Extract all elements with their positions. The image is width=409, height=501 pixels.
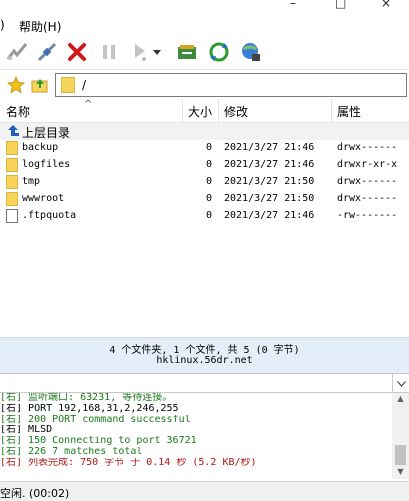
column-divider[interactable] [331,99,332,123]
folder-icon [6,175,18,189]
table-row[interactable]: logfiles 0 2021/3/27 21:46 drwxr-xr-x [0,157,409,174]
folder-icon [6,158,18,172]
folder-icon [6,141,18,155]
log-line: [右] 监听端口: 63231, 等待连接。 [0,393,173,403]
log-line: [右] 150 Connecting to port 36721 [0,436,197,446]
globe-icon[interactable] [238,39,264,65]
file-name: .ftpquota [22,210,77,221]
file-size: 0 [206,176,213,187]
file-size: 0 [206,193,213,204]
menu-bar: ) 帮助(H) [0,15,409,35]
sort-asc-icon: ^ [84,99,93,110]
file-modified: 2021/3/27 21:50 [224,193,315,204]
minimize-button[interactable]: – [290,0,296,10]
scroll-up-icon[interactable]: ▲ [392,394,409,403]
summary-text: 4 个文件夹, 1 个文件, 共 5 (0 字节) [109,345,300,356]
column-divider[interactable] [182,99,183,123]
log-line: [右] 200 PORT command successful [0,414,191,425]
refresh-icon[interactable] [206,39,232,65]
log-line: [右] 226 7 matches total [0,446,143,457]
ftp-client-window: – □ × ) 帮助(H) / ^ 名称 大小 修改 属性 上层目录 backu… [0,0,409,501]
arrow-up-icon [6,124,19,138]
column-divider[interactable] [218,99,219,123]
column-attrs[interactable]: 属性 [337,103,361,120]
toolbar [0,37,409,67]
connect-icon[interactable] [4,39,30,65]
file-modified: 2021/3/27 21:46 [224,159,315,170]
column-size[interactable]: 大小 [188,103,212,120]
file-attrs: drwx------ [337,142,398,153]
menu-item-partial[interactable]: ) [0,18,5,32]
file-size: 0 [206,142,213,153]
transfer-icon[interactable] [174,39,200,65]
log-line: [右] PORT 192,168,31,2,246,255 [0,403,179,414]
file-size: 0 [206,210,213,221]
file-modified: 2021/3/27 21:46 [224,142,315,153]
disconnect-icon[interactable] [34,39,60,65]
file-modified: 2021/3/27 21:50 [224,176,315,187]
list-header: ^ 名称 大小 修改 属性 [0,99,409,123]
file-name: logfiles [22,159,71,170]
file-list: 上层目录 backup 0 2021/3/27 21:46 drwx------… [0,123,409,337]
maximize-button[interactable]: □ [335,0,346,10]
pause-icon[interactable] [96,39,122,65]
directory-summary: 4 个文件夹, 1 个文件, 共 5 (0 字节) hklinux.56dr.n… [0,337,409,373]
folder-icon [6,192,18,206]
menu-item-help[interactable]: 帮助(H) [19,18,61,35]
chevron-down-icon[interactable] [150,39,164,65]
scroll-thumb[interactable] [395,445,406,465]
bookmark-star-icon[interactable] [6,75,26,95]
table-row[interactable]: .ftpquota 0 2021/3/27 21:46 -rw------- [0,208,409,225]
log-line: [右] 列表完成: 750 字节 于 0.14 秒 (5.2 KB/秒) [0,457,257,468]
file-attrs: drwxr-xr-x [337,159,398,170]
address-bar: / [0,69,409,99]
file-name: backup [22,142,59,153]
file-name: tmp [22,176,41,187]
folder-icon [61,77,75,93]
file-attrs: -rw------- [337,210,398,221]
parent-directory-label: 上层目录 [22,126,71,140]
file-modified: 2021/3/27 21:46 [224,210,315,221]
parent-directory-row[interactable]: 上层目录 [0,123,409,140]
host-text: hklinux.56dr.net [156,355,253,366]
status-bar: 空闲. (00:02) [0,481,409,501]
column-modified[interactable]: 修改 [224,103,248,120]
file-size: 0 [206,159,213,170]
scroll-down-icon[interactable]: ▼ [392,467,409,476]
chevron-down-icon[interactable] [392,374,409,393]
log-line: [右] MLSD [0,425,53,436]
path-input[interactable]: / [55,73,407,97]
close-button[interactable]: × [381,0,391,10]
path-text: / [82,78,87,92]
file-name: wwwroot [22,193,65,204]
column-name[interactable]: 名称 [6,103,30,120]
table-row[interactable]: backup 0 2021/3/27 21:46 drwx------ [0,140,409,157]
stop-icon[interactable] [64,39,90,65]
log-selector[interactable] [0,373,409,393]
status-text: 空闲. (00:02) [0,487,70,500]
file-icon [6,209,18,223]
folder-up-icon[interactable] [30,75,50,95]
file-attrs: drwx------ [337,176,398,187]
title-bar: – □ × [0,0,409,13]
log-output: [右] 监听端口: 63231, 等待连接。 [右] PORT 192,168,… [0,393,392,479]
log-scrollbar[interactable]: ▲ ▼ [392,393,409,479]
file-attrs: drwx------ [337,193,398,204]
table-row[interactable]: wwwroot 0 2021/3/27 21:50 drwx------ [0,191,409,208]
table-row[interactable]: tmp 0 2021/3/27 21:50 drwx------ [0,174,409,191]
